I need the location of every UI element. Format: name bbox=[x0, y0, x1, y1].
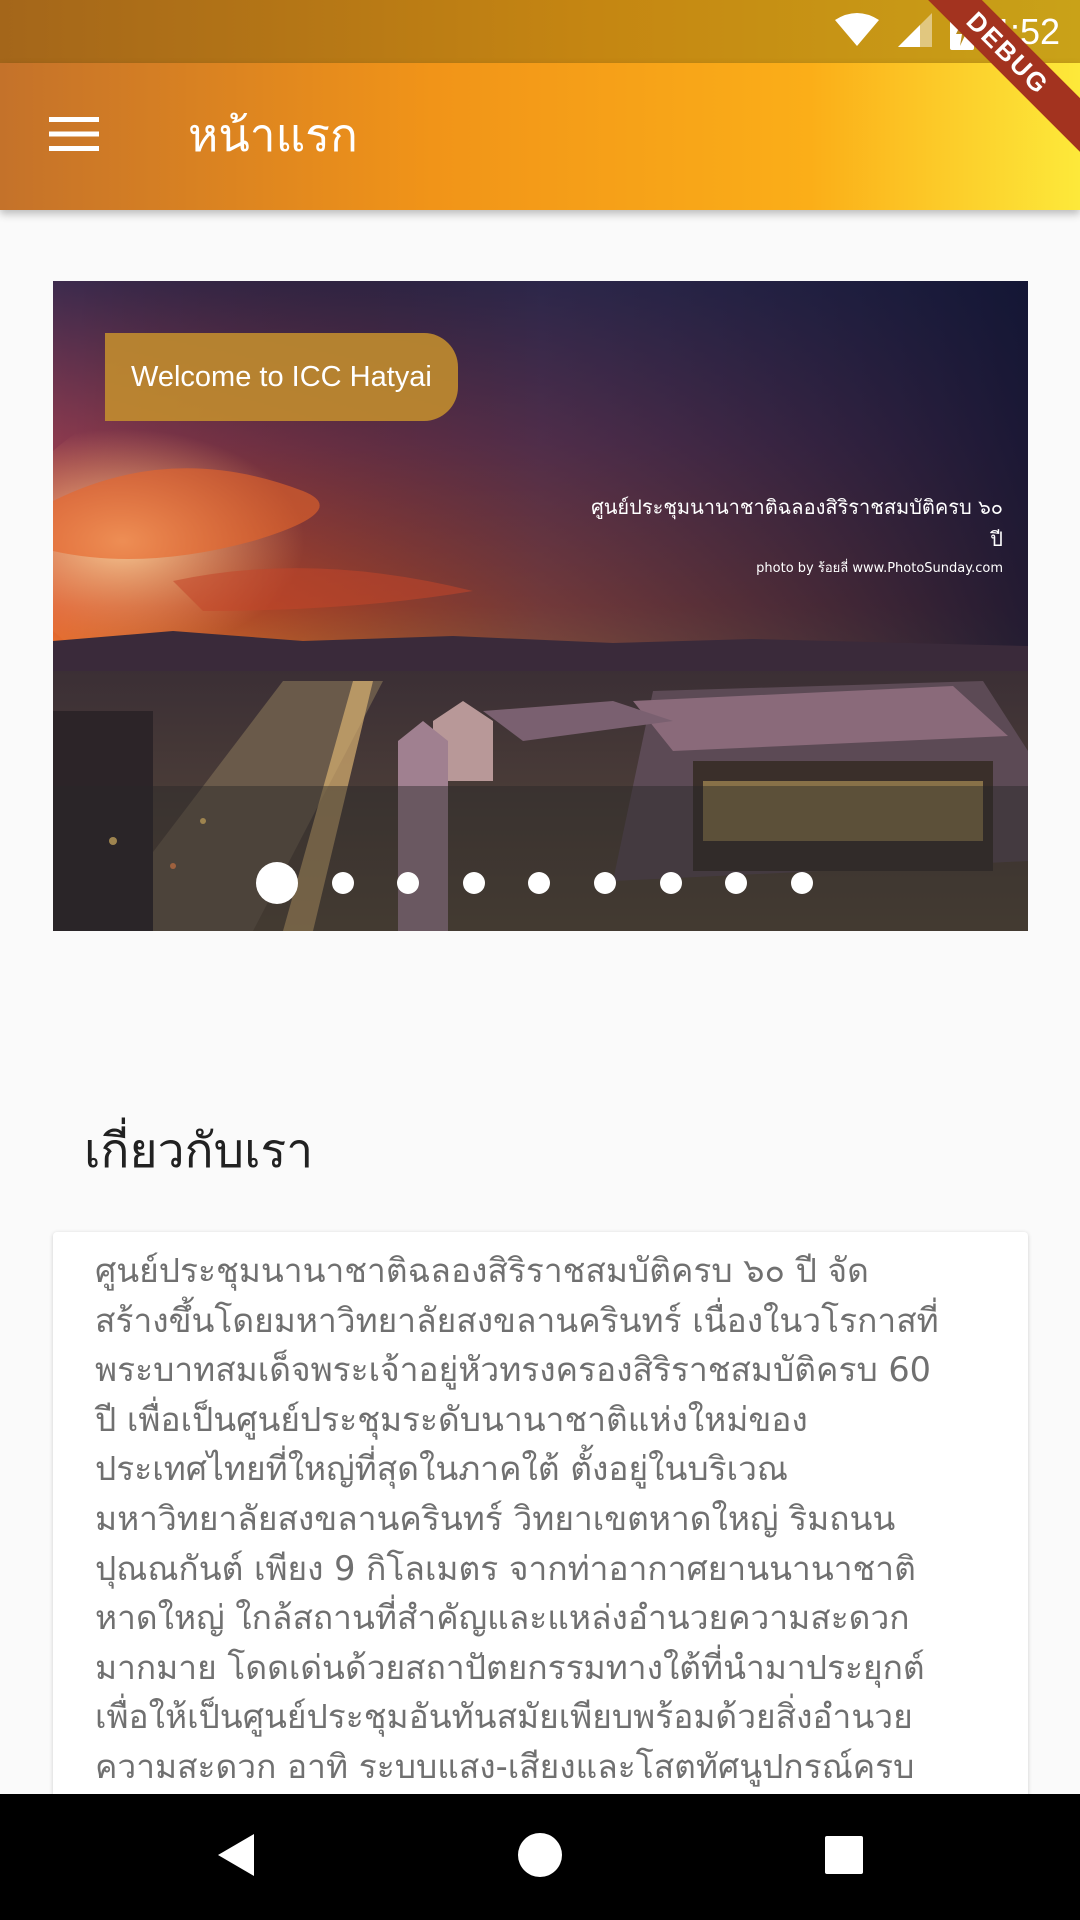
image-carousel[interactable]: Welcome to ICC Hatyai ศูนย์ประชุมนานาชาต… bbox=[53, 281, 1028, 931]
carousel-dot[interactable] bbox=[659, 872, 682, 894]
recents-button[interactable] bbox=[804, 1823, 884, 1891]
home-button[interactable] bbox=[500, 1823, 580, 1891]
menu-button[interactable] bbox=[36, 103, 112, 169]
system-nav-bar bbox=[0, 1794, 1080, 1920]
wifi-icon bbox=[834, 12, 880, 52]
about-text-line: ประเทศไทยที่ใหญ่ที่สุดในภาคใต้ ตั้งอยู่ใ… bbox=[95, 1449, 788, 1489]
carousel-dot-active[interactable] bbox=[256, 862, 298, 904]
back-button[interactable] bbox=[196, 1823, 276, 1891]
photo-credit-author: photo by ร้อยลี่ www.PhotoSunday.com bbox=[756, 561, 1003, 576]
about-text-line: ปุณณกันต์ เพียง 9 กิโลเมตร จากท่าอากาศยา… bbox=[95, 1548, 916, 1588]
about-text-line: มากมาย โดดเด่นด้วยสถาปัตยกรรมทางใต้ที่นำ… bbox=[95, 1647, 925, 1687]
about-text: ศูนย์ประชุมนานาชาติฉลองสิริราชสมบัติครบ … bbox=[53, 1232, 1028, 1792]
carousel-caption: Welcome to ICC Hatyai bbox=[105, 333, 458, 421]
about-card[interactable]: ศูนย์ประชุมนานาชาติฉลองสิริราชสมบัติครบ … bbox=[53, 1232, 1028, 1832]
carousel-dots bbox=[53, 862, 1028, 904]
status-bar: 4:52 bbox=[0, 0, 1080, 63]
recents-icon bbox=[823, 1834, 865, 1880]
carousel-dot[interactable] bbox=[462, 872, 485, 894]
about-text-line: สร้างขึ้นโดยมหาวิทยาลัยสงขลานครินทร์ เนื… bbox=[95, 1300, 939, 1340]
app-bar: หน้าแรก bbox=[0, 63, 1080, 210]
about-text-line: ความสะดวก อาทิ ระบบแสง-เสียงและโสตทัศนูป… bbox=[95, 1746, 915, 1786]
carousel-dot[interactable] bbox=[790, 872, 813, 894]
photo-credit: ศูนย์ประชุมนานาชาติฉลองสิริราชสมบัติครบ … bbox=[583, 491, 1003, 578]
about-text-line: เพื่อให้เป็นศูนย์ประชุมอันทันสมัยเพียบพร… bbox=[95, 1697, 913, 1737]
about-text-line: มหาวิทยาลัยสงขลานครินทร์ วิทยาเขตหาดใหญ่… bbox=[95, 1498, 896, 1538]
carousel-dot[interactable] bbox=[528, 872, 551, 894]
carousel-dot[interactable] bbox=[594, 872, 616, 894]
carousel-dot[interactable] bbox=[725, 872, 748, 894]
page-title: หน้าแรก bbox=[188, 108, 358, 162]
about-text-line: ปี เพื่อเป็นศูนย์ประชุมระดับนานาชาติแห่ง… bbox=[95, 1399, 808, 1439]
carousel-indicator-bar bbox=[53, 786, 1028, 931]
carousel-dot[interactable] bbox=[397, 872, 420, 894]
home-icon bbox=[516, 1831, 564, 1883]
hamburger-menu-icon bbox=[49, 116, 99, 156]
carousel-dot[interactable] bbox=[331, 872, 354, 894]
about-text-line: หาดใหญ่ ใกล้สถานที่สำคัญและแหล่งอำนวยควา… bbox=[95, 1598, 910, 1638]
about-text-line: ศูนย์ประชุมนานาชาติฉลองสิริราชสมบัติครบ … bbox=[95, 1251, 869, 1290]
about-heading: เกี่ยวกับเรา bbox=[84, 1123, 314, 1179]
cell-signal-icon bbox=[896, 11, 934, 53]
about-text-line: พระบาทสมเด็จพระเจ้าอยู่หัวทรงครองสิริราช… bbox=[95, 1350, 931, 1390]
photo-credit-title: ศูนย์ประชุมนานาชาติฉลองสิริราชสมบัติครบ … bbox=[591, 495, 1003, 551]
back-icon bbox=[214, 1830, 258, 1884]
